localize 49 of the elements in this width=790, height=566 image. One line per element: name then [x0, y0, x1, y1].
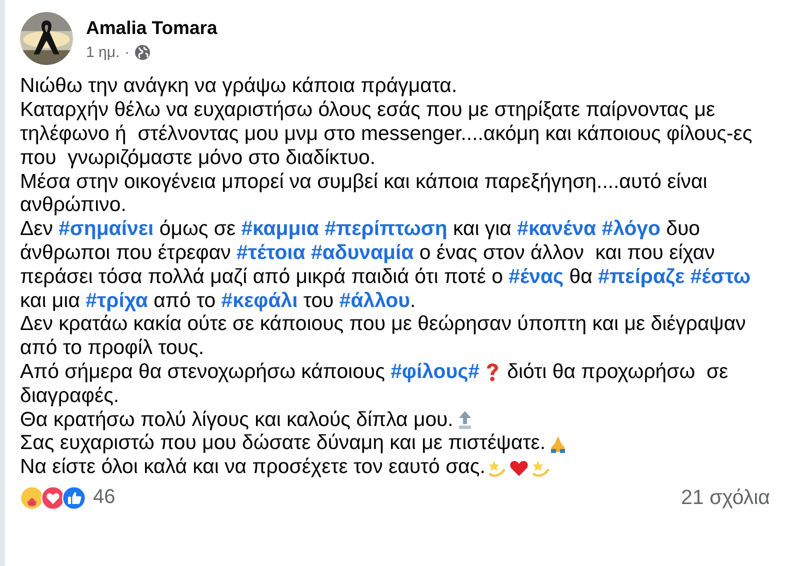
post-text: ο ένας στον άλλον και που είχαν: [418, 242, 715, 265]
post-text: .: [410, 290, 416, 313]
post-text: ανθρώπινο.: [20, 194, 126, 218]
post-text: Δεν κρατάω κακία ούτε σε κάποιους που με θεώρησαν ύποπτη και με διέγραψαν: [20, 313, 746, 336]
post-text: και για: [452, 218, 512, 242]
post-text: Από σήμερα θα στενοχωρήσω κάποιους: [20, 360, 386, 384]
post-text: Να είστε όλοι καλά και να προσέχετε τον εαυτό σας.: [20, 456, 486, 480]
post-text: δυο: [665, 218, 700, 242]
hashtag-link[interactable]: #λόγο: [602, 218, 660, 242]
post-text: από το προφίλ τους.: [20, 337, 204, 360]
hashtag-link[interactable]: #κεφάλι: [221, 290, 298, 313]
comment-count[interactable]: 21 σχόλια: [680, 486, 770, 510]
post-text: άνθρωποι που έτρεφαν: [20, 242, 232, 265]
hashtag-link[interactable]: #φίλους#: [390, 360, 480, 384]
post-time[interactable]: 1 ημ.: [86, 44, 120, 60]
like-reaction-icon: [62, 486, 86, 510]
author-name[interactable]: Amalia Tomara: [86, 16, 218, 38]
hashtag-link[interactable]: #τέτοια: [236, 242, 306, 265]
post-text: διότι θα προχωρήσω σε: [506, 360, 728, 384]
post-text: Θα κρατήσω πολύ λίγους και καλούς δίπλα μου.: [20, 408, 454, 432]
hashtag-link[interactable]: #σημαίνει: [58, 218, 154, 242]
post-text: Νιώθω την ανάγκη να γράψω κάποια πράγματα.: [20, 75, 458, 98]
post-text: θα: [568, 266, 594, 289]
post-text: Δεν: [20, 218, 54, 242]
post-text: περάσει τόσα πολλά μαζί από μικρά παιδιά ότι ποτέ ο: [20, 266, 504, 289]
post-text: διαγραφές.: [20, 384, 120, 408]
hashtag-link[interactable]: #έστω: [690, 266, 751, 289]
hashtag-link[interactable]: #πείραζε: [598, 266, 685, 289]
post-text: Καταρχήν θέλω να ευχαριστήσω όλους εσάς που με στηρίξατε παίρνοντας με: [20, 99, 716, 122]
love-reaction-icon: [41, 486, 65, 510]
post-text: όμως σε: [158, 218, 237, 242]
hashtag-link[interactable]: #κανένα: [517, 218, 596, 242]
hashtag-link[interactable]: #άλλου: [339, 290, 410, 313]
separator-dot: ·: [124, 44, 130, 60]
post-text: του: [302, 290, 335, 313]
post-text: από το: [152, 290, 217, 313]
care-reaction-icon: [20, 486, 44, 510]
post-text: Μέσα στην οικογένεια μπορεί να συμβεί και κάποια παρεξήγηση....αυτό είναι: [20, 170, 708, 194]
post-text: και μια: [20, 290, 81, 313]
hashtag-link[interactable]: #αδυναμία: [311, 242, 414, 265]
post-text: που γνωριζόμαστε μόνο στο διαδίκτυο.: [20, 146, 376, 170]
hashtag-link[interactable]: #περίπτωση: [324, 218, 448, 242]
globe-icon[interactable]: [134, 44, 150, 60]
post-text: τηλέφωνο ή στέλνοντας μου μνμ στο messenger....ακόμη και κάποιους φίλους-ες: [20, 122, 752, 146]
hashtag-link[interactable]: #τρίχα: [86, 290, 148, 313]
post-text: Σας ευχαριστώ που μου δώσατε δύναμη και με πιστέψατε.: [20, 432, 546, 456]
reaction-count[interactable]: 46: [93, 486, 116, 510]
hashtag-link[interactable]: #ένας: [508, 266, 564, 289]
hashtag-link[interactable]: #καμμια: [241, 218, 319, 242]
